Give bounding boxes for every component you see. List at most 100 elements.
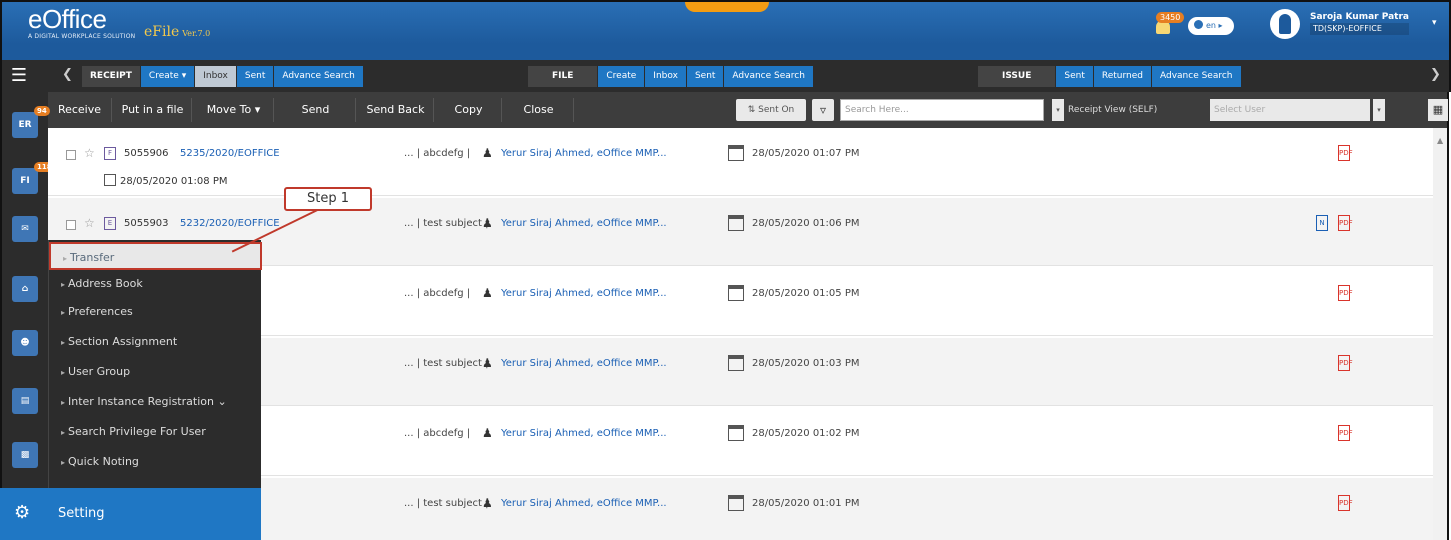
sender-link[interactable]: Yerur Siraj Ahmed, eOffice MMP... [501,288,667,299]
issue-menu-head[interactable]: ISSUE [978,66,1056,87]
type-badge: E [104,217,116,230]
menu-item-section-assignment[interactable]: Section Assignment [49,328,262,356]
sender-user-icon: ♟ [482,286,493,300]
receive-button[interactable]: Receive [48,98,112,122]
search-dropdown-icon[interactable]: ▾ [1052,99,1064,121]
user-manage-icon[interactable]: ☻ [12,330,38,356]
table-row[interactable]: ☆ F 5055906 5235/2020/EOFFICE ... | abcdefg … [48,128,1433,196]
file-menu-head[interactable]: FILE [528,66,598,87]
close-button[interactable]: Close [504,98,574,122]
receipt-sent[interactable]: Sent [236,66,274,87]
pdf-icon[interactable]: PDF [1338,355,1353,371]
receipt-create[interactable]: Create ▾ [140,66,195,87]
pdf-icon[interactable]: PDF [1338,495,1353,511]
user-info[interactable]: Saroja Kumar Patra TD(SKP)-EOFFICE [1310,11,1409,35]
search-input[interactable]: Search Here... [840,99,1044,121]
language-label: en [1206,21,1216,30]
menu-item-search-privilege[interactable]: Search Privilege For User [49,418,262,446]
star-icon[interactable]: ☆ [84,216,95,230]
scroll-right-icon[interactable]: ❯ [1430,67,1441,82]
pdf-icon[interactable]: PDF [1338,215,1353,231]
copy-button[interactable]: Copy [436,98,502,122]
put-in-file-button[interactable]: Put in a file [114,98,192,122]
setting-menu-item[interactable]: ⚙ Setting [0,488,261,540]
noting-icon[interactable]: N [1316,215,1328,231]
received-date: 28/05/2020 01:01 PM [752,498,860,509]
receipt-icon[interactable]: ER 94 [12,106,50,138]
received-date: 28/05/2020 01:02 PM [752,428,860,439]
eoffice-logo[interactable]: eOffice A DIGITAL WORKPLACE SOLUTION [28,6,135,40]
row-sub-date: 28/05/2020 01:08 PM [104,174,227,187]
list-scrollbar[interactable]: ▲ [1433,128,1449,540]
star-icon[interactable]: ☆ [84,146,95,160]
scroll-left-icon[interactable]: ❮ [62,67,73,82]
pdf-icon[interactable]: PDF [1338,425,1353,441]
send-button[interactable]: Send [276,98,356,122]
subject-text: test subject [423,218,482,229]
app-header: eOffice A DIGITAL WORKPLACE SOLUTION eFi… [0,0,1451,44]
sender-link[interactable]: Yerur Siraj Ahmed, eOffice MMP... [501,428,667,439]
menu-item-address-book[interactable]: Address Book [49,270,262,298]
row-checkbox[interactable] [66,220,76,230]
pdf-icon[interactable]: PDF [1338,285,1353,301]
file-menu-group: FILE Create Inbox Sent Advance Search [528,66,814,87]
menu-item-transfer[interactable]: Transfer [49,242,262,270]
sort-sent-on-button[interactable]: ⇅ Sent On [736,99,806,121]
file-create[interactable]: Create [598,66,645,87]
receipt-inbox[interactable]: Inbox [195,66,236,87]
user-menu-caret-icon[interactable]: ▾ [1432,18,1437,28]
subject-text: test subject [423,358,482,369]
menu-item-user-group[interactable]: User Group [49,358,262,386]
row-subject: ... | test subject | [404,358,489,369]
home-icon[interactable]: ⌂ [12,276,38,302]
file-number-link[interactable]: 5235/2020/EOFFICE [180,148,280,159]
type-badge: F [104,147,116,160]
dispatch-icon[interactable]: ✉ [12,216,38,242]
file-icon[interactable]: FI 118 [12,162,55,194]
setting-gear-icon: ⚙ [14,502,31,523]
issue-advance-search[interactable]: Advance Search [1151,66,1241,87]
row-subject: ... | abcdefg | [404,428,471,439]
select-user-caret-icon[interactable]: ▾ [1373,99,1385,121]
hamburger-menu-icon[interactable]: ☰ [8,65,30,87]
sender-link[interactable]: Yerur Siraj Ahmed, eOffice MMP... [501,218,667,229]
notification-bell-icon[interactable]: 3450 [1152,12,1185,38]
received-date: 28/05/2020 01:05 PM [752,288,860,299]
receipt-advance-search[interactable]: Advance Search [274,66,363,87]
notification-count: 3450 [1156,12,1185,23]
received-date: 28/05/2020 01:03 PM [752,358,860,369]
receipt-number[interactable]: 5055903 [124,218,169,229]
menu-item-preferences[interactable]: Preferences [49,298,262,326]
receipt-view-label: Receipt View (SELF) [1068,105,1158,115]
sender-user-icon: ♟ [482,216,493,230]
language-toggle[interactable]: en ▸ [1188,17,1234,35]
move-to-button[interactable]: Move To ▾ [194,98,274,122]
receipt-number[interactable]: 5055906 [124,148,169,159]
sender-user-icon: ♟ [482,146,493,160]
filter-icon[interactable]: ▿ [812,99,834,121]
file-sent[interactable]: Sent [686,66,724,87]
receipt-menu-head[interactable]: RECEIPT [82,66,140,87]
user-avatar[interactable] [1270,9,1300,39]
row-checkbox[interactable] [66,150,76,160]
collapse-header-tab[interactable] [685,2,769,12]
issue-sent[interactable]: Sent [1056,66,1093,87]
file-advance-search[interactable]: Advance Search [724,66,813,87]
file-inbox[interactable]: Inbox [645,66,686,87]
menu-item-inter-instance-registration[interactable]: Inter Instance Registration ⌄ [49,388,262,416]
scroll-up-icon[interactable]: ▲ [1437,136,1443,145]
pdf-icon[interactable]: PDF [1338,145,1353,161]
reports-icon[interactable]: ▩ [12,442,38,468]
issue-returned[interactable]: Returned [1093,66,1151,87]
document-transfer-icon[interactable]: ▤ [12,388,38,414]
sender-link[interactable]: Yerur Siraj Ahmed, eOffice MMP... [501,148,667,159]
file-number-link[interactable]: 5232/2020/EOFFICE [180,218,280,229]
sender-link[interactable]: Yerur Siraj Ahmed, eOffice MMP... [501,498,667,509]
select-user-dropdown[interactable]: Select User [1210,99,1370,121]
calendar-icon[interactable]: ▦ [1428,99,1448,121]
sender-link[interactable]: Yerur Siraj Ahmed, eOffice MMP... [501,358,667,369]
send-back-button[interactable]: Send Back [358,98,434,122]
calendar-date-icon [728,495,744,511]
calendar-date-icon [728,285,744,301]
menu-item-quick-noting[interactable]: Quick Noting [49,448,262,476]
